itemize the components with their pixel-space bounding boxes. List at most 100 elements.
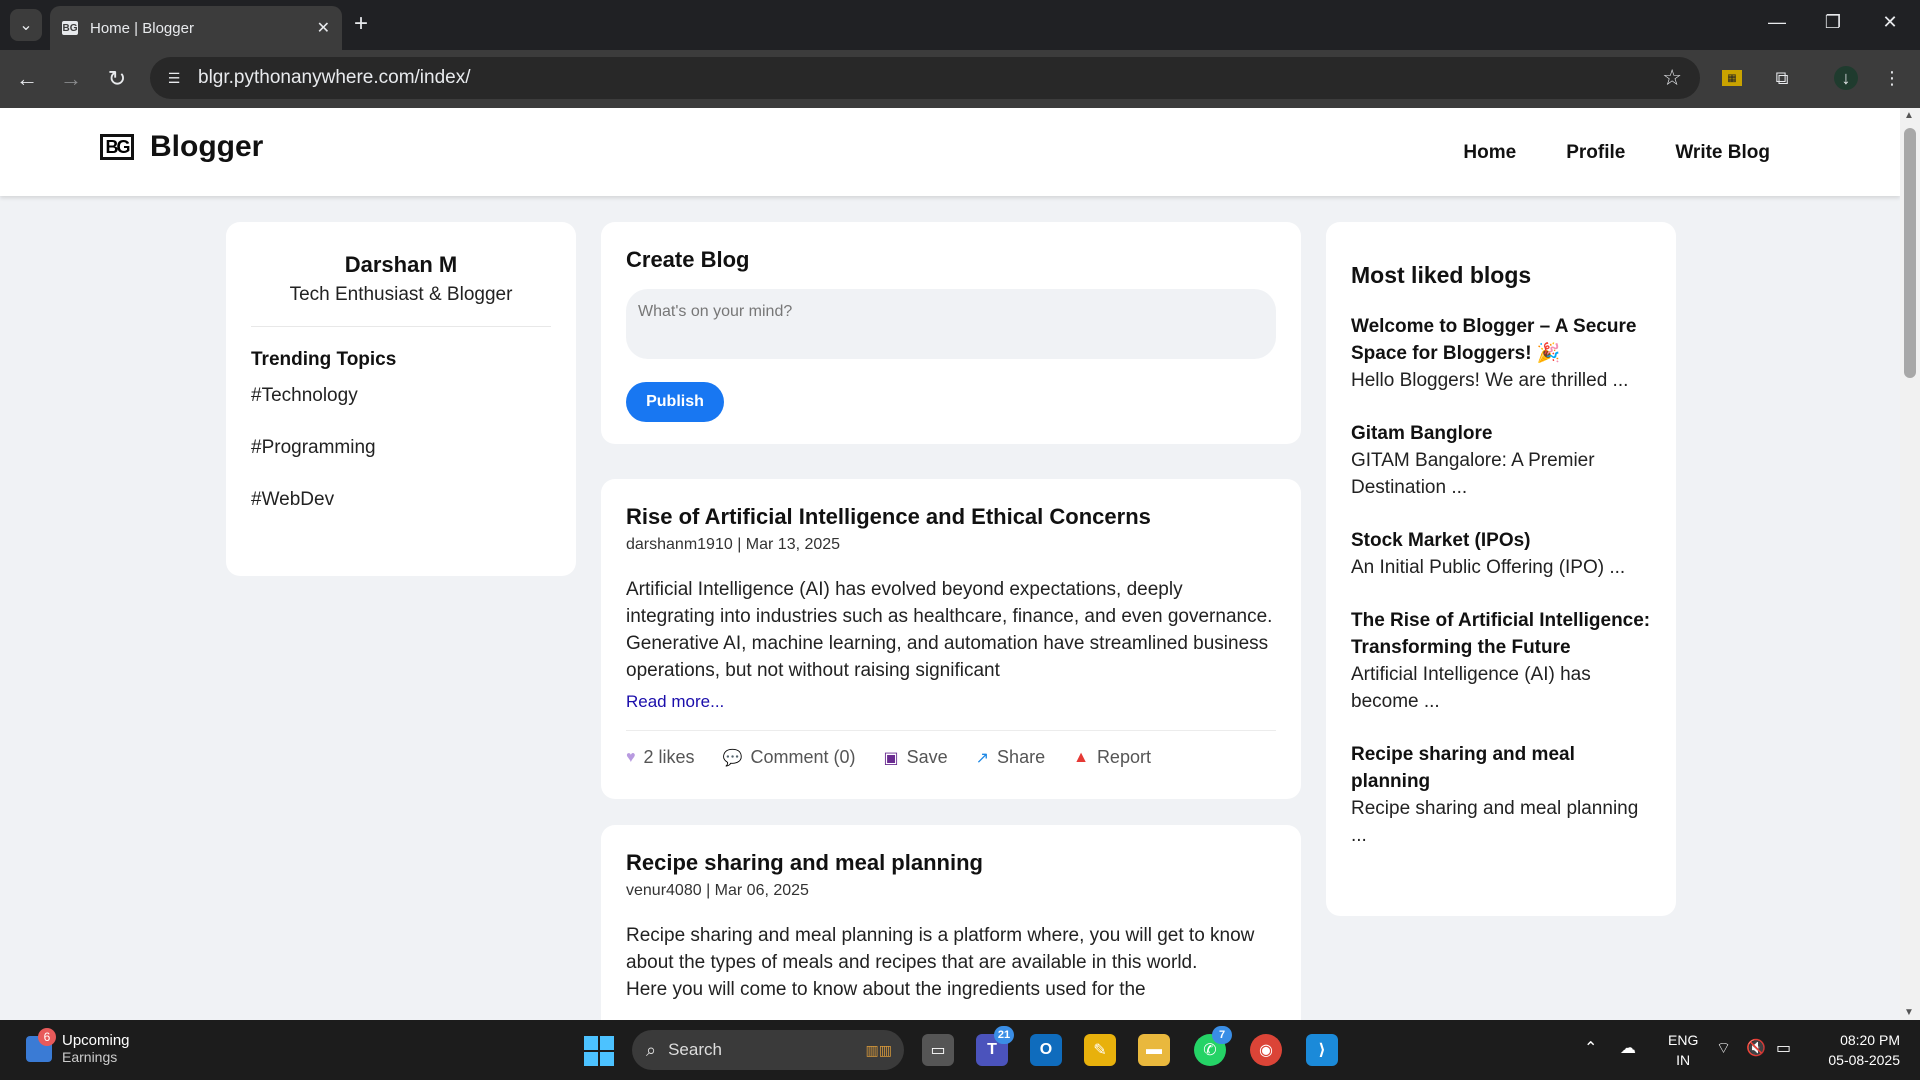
whatsapp-icon[interactable]: ✆ 7 [1194,1026,1232,1066]
profile-avatar-icon[interactable]: ↓ [1834,66,1858,90]
tab-close-icon[interactable]: ✕ [317,18,330,38]
create-blog-heading: Create Blog [626,247,750,272]
whatsapp-badge: 7 [1212,1026,1232,1044]
windows-taskbar: 6 Upcoming Earnings ⌕ Search ▥▥ ▭ T 21 O … [0,1020,1920,1080]
tab-search-button[interactable]: ⌄ [10,9,42,41]
post-meta: venur4080 | Mar 06, 2025 [626,882,809,899]
widget-line-2: Earnings [62,1049,118,1065]
liked-item[interactable]: Recipe sharing and meal planning Recipe … [1351,741,1651,849]
teams-badge: 21 [994,1026,1014,1044]
logo-mark-icon: BG [100,134,134,160]
onedrive-icon[interactable]: ☁ [1620,1038,1636,1058]
like-count: 2 likes [643,747,695,767]
language-indicator[interactable]: ENG IN [1668,1030,1698,1070]
address-bar[interactable]: ☰ blgr.pythonanywhere.com/index/ ☆ [150,57,1700,99]
liked-item-title: Welcome to Blogger – A Secure Space for … [1351,316,1637,364]
wifi-icon[interactable]: ⌔ [1716,1038,1731,1058]
taskbar-search[interactable]: ⌕ Search ▥▥ [632,1030,904,1070]
window-close-button[interactable]: ✕ [1880,12,1900,33]
teams-icon[interactable]: T 21 [976,1026,1014,1066]
restore-button[interactable]: ❐ [1823,12,1843,33]
share-button[interactable]: ↗ Share [976,747,1045,768]
scroll-down-icon[interactable]: ▼ [1904,1007,1914,1018]
chrome-icon[interactable]: ◉ [1250,1034,1282,1066]
main-nav: Home Profile Write Blog [1463,142,1770,164]
save-button[interactable]: ▣ Save [883,747,947,768]
heart-icon: ♥ [626,748,636,766]
share-label: Share [997,747,1046,767]
topic-programming[interactable]: #Programming [251,437,551,489]
widget-badge: 6 [38,1027,56,1046]
nav-home[interactable]: Home [1463,142,1516,164]
extension-icon[interactable]: ▦ [1722,70,1742,86]
task-view-icon[interactable]: ▭ [922,1034,954,1066]
scroll-up-icon[interactable]: ▲ [1904,110,1914,121]
file-explorer-icon[interactable]: ▬ [1138,1034,1170,1066]
post-body-paragraph: Here you will come to know about the ing… [626,979,1146,1000]
post-title[interactable]: Recipe sharing and meal planning [626,850,1276,876]
profile-card: Darshan M Tech Enthusiast & Blogger Tren… [226,222,576,576]
post-body: Artificial Intelligence (AI) has evolved… [626,579,1273,681]
start-button[interactable] [584,1036,614,1066]
back-button[interactable]: ← [12,64,42,94]
tray-overflow-icon[interactable]: ⌃ [1584,1038,1597,1058]
forward-button[interactable]: → [56,64,86,94]
sticky-notes-icon[interactable]: ✎ [1084,1034,1116,1066]
minimize-button[interactable]: — [1767,12,1787,33]
outlook-icon[interactable]: O [1030,1034,1062,1066]
like-button[interactable]: ♥ 2 likes [626,747,695,768]
comment-label: Comment (0) [750,747,856,767]
nav-write-blog[interactable]: Write Blog [1675,142,1770,164]
bookmark-star-icon[interactable]: ☆ [1662,65,1682,91]
volume-muted-icon[interactable]: 🔇 [1746,1038,1766,1058]
liked-item[interactable]: Welcome to Blogger – A Secure Space for … [1351,313,1651,394]
topic-webdev[interactable]: #WebDev [251,489,551,541]
vscode-icon[interactable]: ⟩ [1306,1034,1338,1066]
blog-input[interactable] [626,289,1276,359]
floppy-disk-icon: ▣ [883,749,899,767]
liked-item-title: Gitam Banglore [1351,423,1493,444]
blogger-favicon-icon: BG [62,21,78,35]
post-title[interactable]: Rise of Artificial Intelligence and Ethi… [626,504,1276,530]
share-arrow-icon: ↗ [975,749,990,767]
stocks-widget-icon: 6 [26,1027,56,1062]
reload-button[interactable]: ↻ [102,64,132,94]
battery-icon[interactable]: ▭ [1776,1038,1791,1058]
nav-profile[interactable]: Profile [1566,142,1625,164]
search-icon: ⌕ [646,1039,657,1060]
extensions-puzzle-icon[interactable]: ⧉ [1770,66,1794,90]
read-more-link[interactable]: Read more... [626,692,1276,712]
comment-button[interactable]: 💬 Comment (0) [723,747,856,768]
liked-item[interactable]: Gitam Banglore GITAM Bangalore: A Premie… [1351,420,1651,501]
new-tab-button[interactable]: + [354,12,368,36]
profile-divider [251,326,551,327]
topic-technology[interactable]: #Technology [251,385,551,437]
site-logo[interactable]: BG Blogger [100,130,263,164]
most-liked-card: Most liked blogs Welcome to Blogger – A … [1326,222,1676,916]
clock[interactable]: 08:20 PM 05-08-2025 [1818,1030,1900,1070]
widgets-button[interactable]: 6 Upcoming Earnings [26,1027,130,1065]
trending-heading: Trending Topics [251,349,397,370]
page-scrollbar[interactable]: ▲ ▼ [1900,108,1920,1020]
liked-item-excerpt: Hello Bloggers! We are thrilled ... [1351,370,1629,391]
browser-menu-icon[interactable]: ⋮ [1880,66,1904,90]
publish-button[interactable]: Publish [626,382,724,422]
alarm-light-icon: ▲ [1073,748,1089,766]
liked-item[interactable]: Stock Market (IPOs) An Initial Public Of… [1351,527,1651,581]
blog-post: Recipe sharing and meal planning venur40… [601,825,1301,1020]
create-blog-card: Create Blog Publish [601,222,1301,444]
scrollbar-thumb[interactable] [1904,128,1916,378]
site-header: BG Blogger Home Profile Write Blog [0,108,1900,196]
page-viewport: BG Blogger Home Profile Write Blog Darsh… [0,108,1900,1020]
blog-post: Rise of Artificial Intelligence and Ethi… [601,479,1301,799]
taskbar-search-label: Search [668,1040,722,1059]
browser-toolbar: ← → ↻ ☰ blgr.pythonanywhere.com/index/ ☆… [0,50,1920,108]
browser-tab[interactable]: BG Home | Blogger ✕ [50,6,342,50]
profile-name: Darshan M [344,252,458,277]
site-info-icon[interactable]: ☰ [164,70,184,87]
report-button[interactable]: ▲ Report [1073,747,1151,768]
post-meta: darshanm1910 | Mar 13, 2025 [626,536,841,553]
liked-item-excerpt: Artificial Intelligence (AI) has become … [1351,664,1591,712]
clock-date: 05-08-2025 [1828,1052,1900,1068]
liked-item[interactable]: The Rise of Artificial Intelligence: Tra… [1351,607,1651,715]
